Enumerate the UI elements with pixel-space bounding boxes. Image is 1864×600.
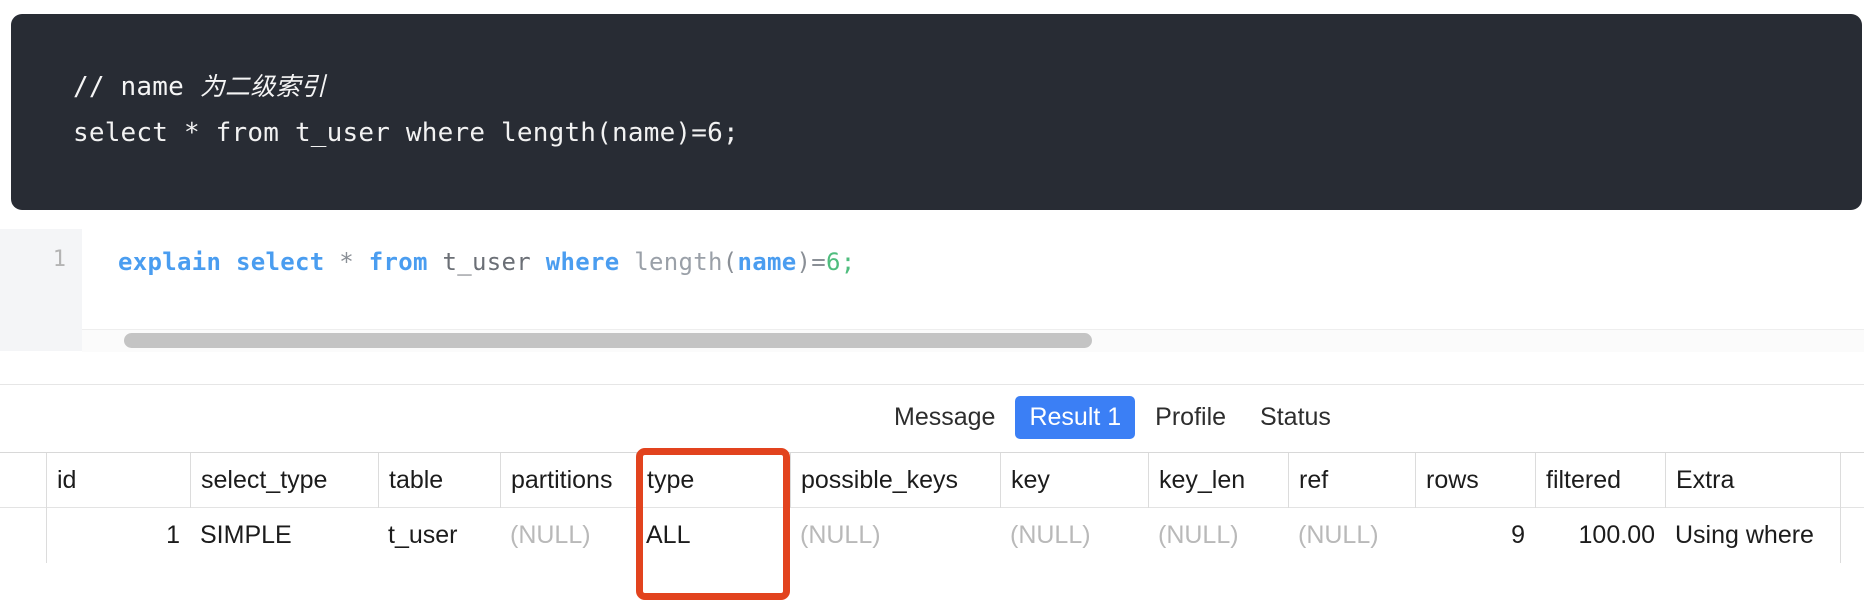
sql-token-0: explain (118, 248, 222, 276)
column-header-type[interactable]: type (636, 453, 790, 508)
sql-token-9 (531, 248, 546, 276)
sql-editor[interactable]: 1 explain select * from t_user where len… (0, 229, 1864, 385)
row-right-edge (1840, 508, 1841, 563)
column-header-rows[interactable]: rows (1415, 453, 1535, 508)
tab-message[interactable]: Message (880, 396, 1009, 439)
code-comment-prefix: // name (73, 72, 200, 102)
sql-token-13: ( (722, 248, 738, 276)
sql-token-14: name (737, 248, 797, 276)
cell-ref[interactable]: (NULL) (1288, 508, 1415, 563)
cell-select_type[interactable]: SIMPLE (190, 508, 378, 563)
editor-horizontal-scrollbar-thumb[interactable] (124, 333, 1092, 348)
column-header-partitions[interactable]: partitions (500, 453, 636, 508)
cell-Extra[interactable]: Using where (1665, 508, 1840, 563)
sql-token-6: from (368, 248, 428, 276)
table-header-row: id select_type table partitions type possible… (0, 453, 1864, 508)
tab-result-1[interactable]: Result 1 (1015, 396, 1136, 439)
results-tabs: Message Result 1 Profile Status (880, 396, 1345, 439)
sql-token-3 (325, 248, 340, 276)
sql-token-15: )= (796, 248, 826, 276)
sql-token-11 (620, 248, 635, 276)
editor-sql-text[interactable]: explain select * from t_user where lengt… (118, 245, 856, 279)
cell-key_len[interactable]: (NULL) (1148, 508, 1288, 563)
cell-key[interactable]: (NULL) (1000, 508, 1148, 563)
cell-filtered[interactable]: 100.00 (1535, 508, 1665, 563)
header-row-gutter (0, 453, 47, 508)
sql-token-2: select (236, 248, 325, 276)
column-header-Extra[interactable]: Extra (1665, 453, 1840, 508)
sql-token-10: where (545, 248, 620, 276)
row-gutter (0, 508, 47, 563)
code-comment-chinese: 为二级索引 (199, 72, 326, 101)
column-header-key_len[interactable]: key_len (1148, 453, 1288, 508)
column-header-table[interactable]: table (378, 453, 500, 508)
sql-token-4: * (339, 248, 354, 276)
sql-token-7 (428, 248, 443, 276)
cell-rows[interactable]: 9 (1415, 508, 1535, 563)
editor-line-number-gutter: 1 (0, 229, 82, 351)
explain-result-table: id select_type table partitions type possible… (0, 452, 1864, 598)
sql-token-17: ; (840, 248, 856, 276)
tab-status[interactable]: Status (1246, 396, 1345, 439)
cell-table[interactable]: t_user (378, 508, 500, 563)
column-header-ref[interactable]: ref (1288, 453, 1415, 508)
column-header-select_type[interactable]: select_type (190, 453, 378, 508)
code-comment-line: // name 为二级索引 (73, 64, 1862, 110)
column-header-possible_keys[interactable]: possible_keys (790, 453, 1000, 508)
tab-profile[interactable]: Profile (1141, 396, 1240, 439)
code-block: // name 为二级索引 select * from t_user where… (11, 14, 1862, 210)
column-header-filtered[interactable]: filtered (1535, 453, 1665, 508)
header-right-edge (1840, 453, 1841, 508)
cell-possible_keys[interactable]: (NULL) (790, 508, 1000, 563)
sql-token-8: t_user (442, 248, 531, 276)
cell-id[interactable]: 1 (47, 508, 190, 563)
line-number-1: 1 (52, 247, 66, 272)
results-tab-bar: Message Result 1 Profile Status (0, 386, 1864, 452)
sql-token-1 (221, 248, 236, 276)
column-header-id[interactable]: id (47, 453, 190, 508)
table-row[interactable]: 1 SIMPLE t_user (NULL) ALL (NULL) (NULL) (NULL)… (0, 508, 1864, 563)
cell-type[interactable]: ALL (636, 508, 790, 563)
sql-token-5 (354, 248, 369, 276)
code-sql-line: select * from t_user where length(name)=… (73, 118, 739, 148)
cell-partitions[interactable]: (NULL) (500, 508, 636, 563)
column-header-key[interactable]: key (1000, 453, 1148, 508)
sql-token-16: 6 (826, 248, 841, 276)
sql-token-12: length (634, 248, 723, 276)
